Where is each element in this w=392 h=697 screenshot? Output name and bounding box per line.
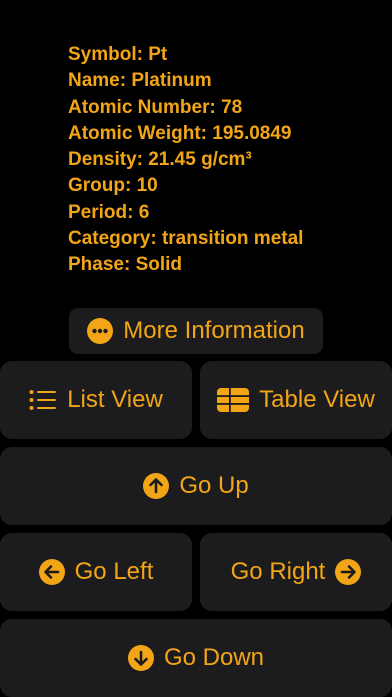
ellipsis-circle-icon <box>87 318 114 344</box>
density-text: Density: 21.45 g/cm³ <box>68 149 252 171</box>
category-text: Category: transition metal <box>68 228 304 250</box>
period-text: Period: 6 <box>68 201 150 223</box>
go-down-label: Go Down <box>163 644 265 671</box>
atomic-weight-text: Atomic Weight: 195.0849 <box>68 122 292 144</box>
table-view-button[interactable]: Table View <box>200 361 392 439</box>
list-icon <box>29 389 57 411</box>
symbol-text: Symbol: Pt <box>68 44 168 65</box>
group-text: Group: 10 <box>68 175 158 197</box>
table-view-label: Table View <box>259 386 375 413</box>
list-view-label: List View <box>67 386 163 413</box>
go-up-button[interactable]: Go Up <box>0 447 392 525</box>
go-right-button[interactable]: Go Right <box>200 533 392 611</box>
list-view-button[interactable]: List View <box>0 361 192 439</box>
more-information-label: More Information <box>123 317 305 344</box>
phase-text: Phase: Solid <box>68 254 183 276</box>
go-up-label: Go Up <box>179 472 249 499</box>
arrow-right-circle-icon <box>335 559 362 585</box>
more-information-button[interactable]: More Information <box>69 308 323 354</box>
name-text: Name: Platinum <box>68 70 212 92</box>
arrow-left-circle-icon <box>38 559 65 585</box>
go-left-button[interactable]: Go Left <box>0 533 192 611</box>
arrow-up-circle-icon <box>143 473 170 499</box>
go-down-button[interactable]: Go Down <box>0 619 392 697</box>
go-right-label: Go Right <box>230 558 326 585</box>
arrow-down-circle-icon <box>127 645 154 671</box>
atomic-number-text: Atomic Number: 78 <box>68 96 243 118</box>
go-left-label: Go Left <box>74 558 154 585</box>
table-icon <box>217 388 250 412</box>
element-info-panel: Symbol: Pt Name: Platinum Atomic Number:… <box>68 42 388 279</box>
